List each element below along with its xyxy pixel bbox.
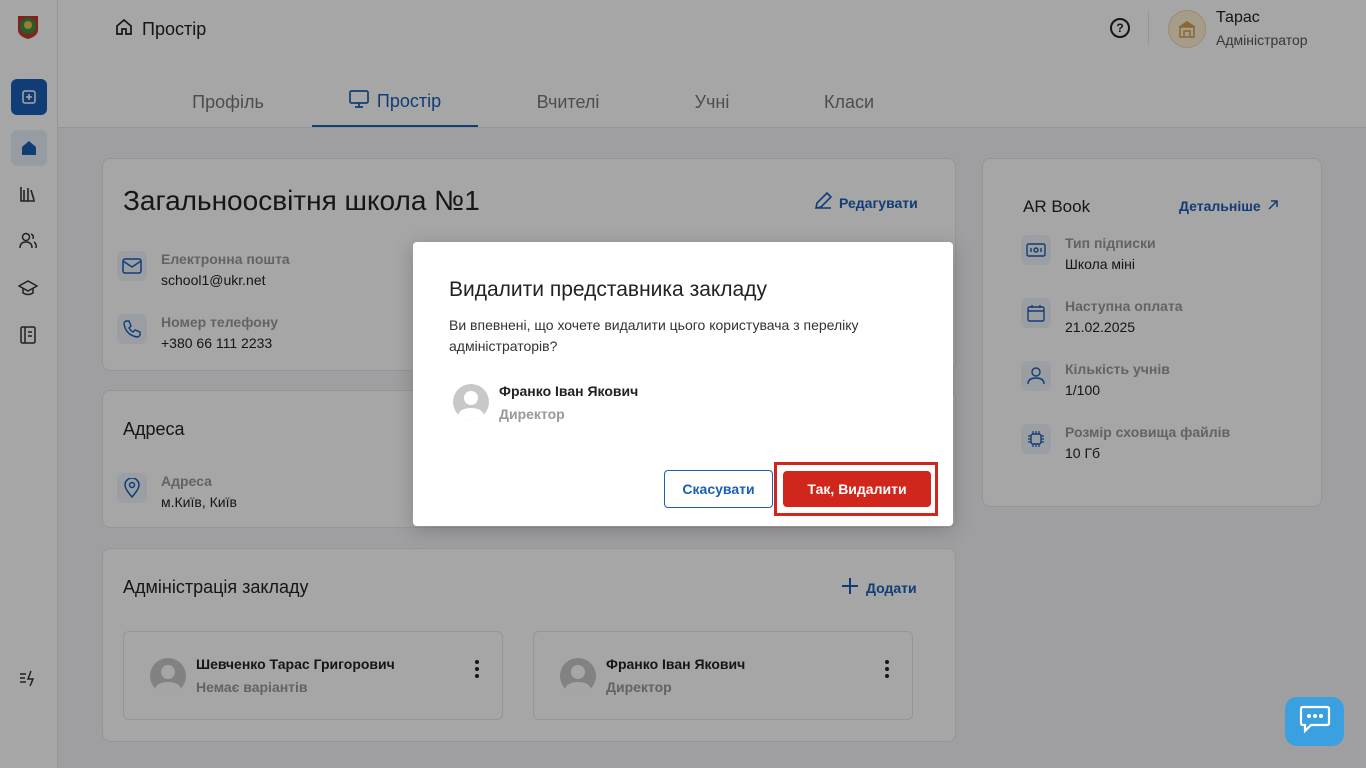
confirm-delete-button[interactable]: Так, Видалити [783, 471, 931, 507]
dialog-title: Видалити представника закладу [449, 278, 767, 301]
avatar [453, 384, 489, 420]
cancel-button[interactable]: Скасувати [664, 470, 773, 508]
dialog-user-name: Франко Іван Якович [499, 383, 639, 399]
chat-bubble-icon [1299, 705, 1331, 738]
dialog-user-role: Директор [499, 406, 565, 422]
dialog-message: Ви впевнені, що хочете видалити цього ко… [449, 317, 859, 354]
delete-admin-dialog: Видалити представника закладу Ви впевнен… [413, 242, 953, 526]
chat-support-button[interactable] [1285, 697, 1344, 746]
